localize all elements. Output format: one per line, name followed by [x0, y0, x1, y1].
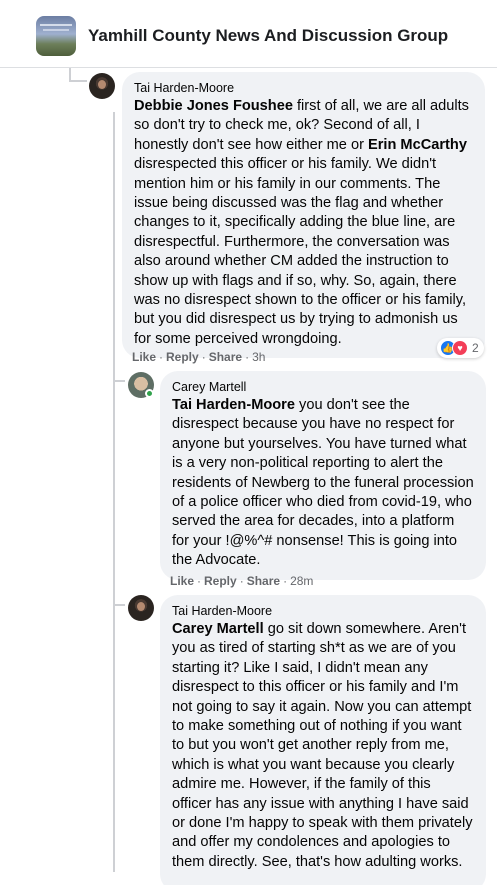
online-status-indicator: [145, 389, 154, 398]
thread-line: [113, 604, 125, 606]
avatar[interactable]: [89, 73, 115, 99]
like-button[interactable]: Like: [170, 574, 194, 588]
comment-text: Debbie Jones Foushee first of all, we ar…: [134, 97, 473, 349]
comment-timestamp[interactable]: 3h: [252, 350, 265, 364]
comment-text-part: you don't see the disrespect because you…: [172, 397, 474, 569]
thread-line: [69, 68, 71, 80]
reply-button[interactable]: Reply: [166, 350, 199, 364]
comment-text: Tai Harden-Moore you don't see the disre…: [172, 396, 474, 571]
reaction-count: 2: [472, 341, 479, 355]
group-header: Yamhill County News And Discussion Group: [0, 0, 497, 68]
mention-link[interactable]: Debbie Jones Foushee: [134, 98, 293, 114]
comment-author[interactable]: Tai Harden-Moore: [134, 80, 473, 96]
comment-text-part: disrespected this officer or his family.…: [134, 156, 467, 347]
like-button[interactable]: Like: [132, 350, 156, 364]
comment-text: Carey Martell go sit down somewhere. Are…: [172, 620, 474, 872]
mention-link[interactable]: Tai Harden-Moore: [172, 397, 295, 413]
comment-author[interactable]: Tai Harden-Moore: [172, 603, 474, 619]
comment-timestamp[interactable]: 28m: [290, 574, 313, 588]
comment-actions: Like · Reply · Share · 3h: [132, 350, 266, 364]
comment-bubble: Tai Harden-Moore Debbie Jones Foushee fi…: [122, 72, 485, 359]
comment-author[interactable]: Carey Martell: [172, 379, 474, 395]
reaction-summary[interactable]: 👍 ♥ 2: [437, 338, 484, 358]
thread-line: [69, 80, 87, 82]
comment-bubble: Carey Martell Tai Harden-Moore you don't…: [160, 371, 486, 580]
comment-actions: Like · Reply · Share · 28m: [170, 574, 314, 588]
thread-line: [113, 380, 125, 382]
mention-link[interactable]: Carey Martell: [172, 621, 264, 637]
reply-button[interactable]: Reply: [204, 574, 237, 588]
thread-line: [113, 112, 115, 872]
comment-text-part: go sit down somewhere. Aren't you as tir…: [172, 621, 473, 870]
love-icon: ♥: [452, 340, 468, 356]
mention-link[interactable]: Erin McCarthy: [368, 137, 467, 153]
share-button[interactable]: Share: [209, 350, 242, 364]
group-cover-thumbnail[interactable]: [36, 16, 76, 56]
avatar[interactable]: [128, 595, 154, 621]
share-button[interactable]: Share: [247, 574, 280, 588]
group-title[interactable]: Yamhill County News And Discussion Group: [88, 26, 448, 46]
comment-bubble: Tai Harden-Moore Carey Martell go sit do…: [160, 595, 486, 885]
